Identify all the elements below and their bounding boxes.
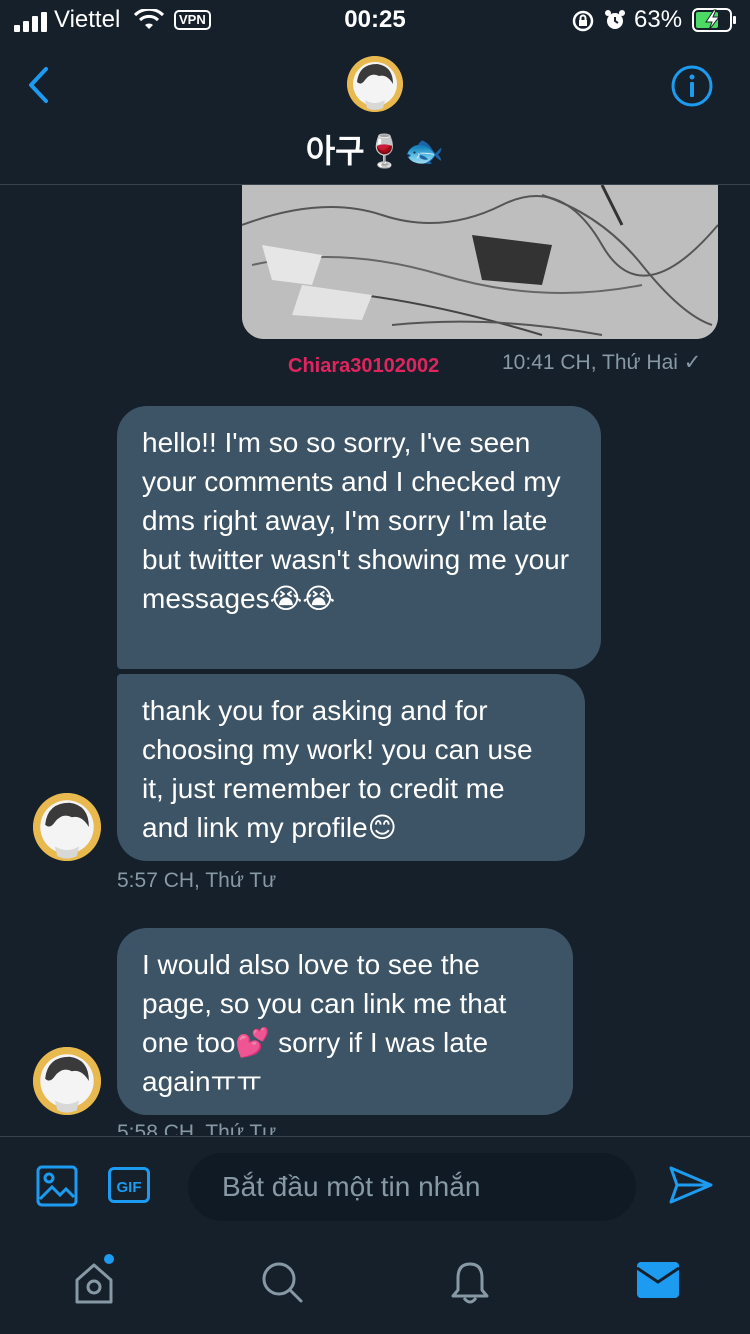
back-arrow-icon[interactable]	[26, 66, 50, 104]
battery-charging-icon	[692, 8, 736, 32]
message-list[interactable]: Chiara30102002 10:41 CH, Thứ Hai ✓ hello…	[0, 185, 750, 1135]
image-icon[interactable]	[36, 1165, 78, 1207]
messages-envelope-icon[interactable]	[636, 1260, 680, 1300]
notifications-bell-icon[interactable]	[450, 1260, 490, 1306]
message-bubble[interactable]: I would also love to see the page, so yo…	[117, 928, 573, 1115]
message-timestamp: 10:41 CH, Thứ Hai ✓	[502, 351, 702, 374]
bottom-tab-bar	[0, 1236, 750, 1334]
conversation-header: 아구🍷🐟	[0, 44, 750, 185]
status-bar: Viettel VPN 00:25 63%	[0, 0, 750, 44]
image-message[interactable]	[242, 185, 718, 339]
sender-avatar[interactable]	[33, 793, 101, 861]
send-icon[interactable]	[668, 1165, 714, 1205]
battery-percent: 63%	[634, 6, 683, 33]
orientation-lock-icon	[572, 10, 594, 32]
alarm-icon	[605, 10, 625, 29]
info-icon[interactable]	[670, 64, 714, 108]
contact-avatar[interactable]	[347, 56, 403, 112]
message-timestamp: 5:57 CH, Thứ Tư	[117, 869, 277, 892]
message-input[interactable]	[188, 1153, 636, 1221]
contact-name[interactable]: 아구🍷🐟	[0, 126, 750, 172]
message-timestamp: 5:58 CH, Thứ Tư	[117, 1121, 277, 1135]
sender-avatar[interactable]	[33, 1047, 101, 1115]
notification-dot	[104, 1254, 114, 1264]
message-composer: GIF	[0, 1136, 750, 1237]
home-icon[interactable]	[72, 1260, 116, 1306]
sender-username[interactable]: Chiara30102002	[288, 355, 439, 378]
message-bubble[interactable]: thank you for asking and for choosing my…	[117, 674, 585, 861]
message-bubble[interactable]: hello!! I'm so so sorry, I've seen your …	[117, 406, 601, 669]
gif-button[interactable]: GIF	[108, 1167, 150, 1203]
search-icon[interactable]	[260, 1260, 304, 1304]
